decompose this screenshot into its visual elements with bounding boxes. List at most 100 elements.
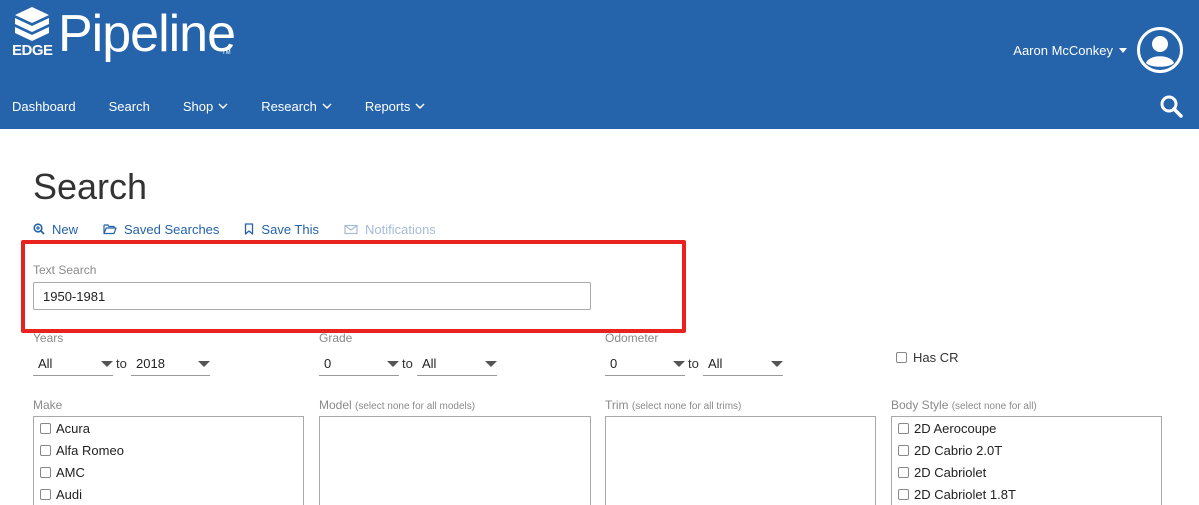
years-to-select[interactable]: 2018 (131, 352, 210, 376)
user-name: Aaron McConkey (1013, 42, 1113, 58)
nav-label: Research (261, 98, 317, 114)
nav-dashboard[interactable]: Dashboard (12, 99, 76, 114)
grade-from-value: 0 (324, 356, 332, 371)
model-listbox[interactable] (319, 416, 591, 505)
user-menu[interactable]: Aaron McConkey (1013, 27, 1183, 73)
grade-to-word: to (402, 356, 413, 371)
grade-label: Grade (319, 331, 353, 345)
caret-down-icon (101, 361, 113, 367)
notifications-label: Notifications (365, 221, 436, 237)
new-search-link[interactable]: New (33, 222, 78, 237)
years-to-word: to (116, 356, 127, 371)
trim-listbox[interactable] (605, 416, 876, 505)
odometer-from-value: 0 (610, 356, 618, 371)
list-item[interactable]: 2D Cabriolet (892, 461, 1161, 483)
caret-down-icon (198, 361, 210, 367)
list-item[interactable]: Alfa Romeo (34, 439, 303, 461)
logo-edge-text: EDGE (12, 42, 53, 59)
zoom-plus-icon (33, 223, 45, 235)
checkbox[interactable] (40, 444, 51, 456)
odometer-label: Odometer (605, 331, 659, 345)
nav-label: Dashboard (12, 98, 76, 114)
saved-searches-link[interactable]: Saved Searches (103, 222, 219, 237)
chevron-down-icon (322, 103, 332, 110)
caret-down-icon (771, 361, 783, 367)
body-style-hint: (select none for all) (951, 401, 1037, 412)
nav-search[interactable]: Search (109, 99, 150, 114)
make-label-text: Make (33, 398, 63, 412)
checkbox[interactable] (898, 422, 909, 434)
model-label: Model (select none for all models) (319, 398, 475, 412)
body-style-listbox[interactable]: 2D Aerocoupe 2D Cabrio 2.0T 2D Cabriolet… (891, 416, 1162, 505)
list-item-label: Audi (56, 486, 83, 502)
list-item[interactable]: 2D Aerocoupe (892, 417, 1161, 439)
logo-pipeline-text: Pipeline (58, 5, 236, 63)
edge-pipeline-logo[interactable]: EDGE Pipeline TM (12, 5, 236, 70)
years-from-select[interactable]: All (33, 352, 113, 376)
odometer-to-select[interactable]: All (703, 352, 783, 376)
caret-down-icon (485, 361, 497, 367)
has-cr-checkbox[interactable]: Has CR (896, 350, 959, 365)
make-label: Make (33, 398, 62, 412)
top-header: EDGE Pipeline TM Aaron McConkey Dashboar… (0, 0, 1199, 129)
make-listbox[interactable]: Acura Alfa Romeo AMC Audi (33, 416, 304, 505)
checkbox[interactable] (898, 444, 909, 456)
odometer-to-word: to (688, 356, 699, 371)
model-hint: (select none for all models) (355, 401, 476, 412)
user-avatar-icon[interactable] (1137, 27, 1183, 73)
search-actions: New Saved Searches Save This Notificatio… (33, 221, 461, 237)
years-from-value: All (38, 356, 53, 371)
logo-trademark: TM (222, 50, 231, 56)
list-item[interactable]: 2D Cabrio 2.0T (892, 439, 1161, 461)
saved-searches-label: Saved Searches (124, 221, 220, 237)
save-this-label: Save This (261, 221, 319, 237)
list-item[interactable]: Audi (34, 483, 303, 505)
list-item-label: Acura (56, 420, 90, 436)
page-title: Search (33, 166, 148, 207)
list-item[interactable]: 2D Cabriolet 1.8T (892, 483, 1161, 505)
envelope-icon (344, 224, 358, 234)
list-item-label: 2D Cabriolet 1.8T (914, 486, 1016, 502)
search-icon[interactable] (1159, 94, 1183, 118)
checkbox[interactable] (40, 422, 51, 434)
grade-to-value: All (422, 356, 437, 371)
grade-to-select[interactable]: All (417, 352, 497, 376)
folder-open-icon (103, 224, 117, 235)
trim-label: Trim (select none for all trims) (605, 398, 741, 412)
checkbox[interactable] (898, 488, 909, 500)
odometer-from-select[interactable]: 0 (605, 352, 685, 376)
checkbox[interactable] (40, 488, 51, 500)
nav-shop[interactable]: Shop (183, 99, 228, 114)
list-item-label: 2D Aerocoupe (914, 420, 997, 436)
list-item-label: Alfa Romeo (56, 442, 124, 458)
checkbox[interactable] (40, 466, 51, 478)
checkbox[interactable] (896, 352, 907, 363)
trim-label-text: Trim (605, 398, 629, 412)
nav-research[interactable]: Research (261, 99, 332, 114)
text-search-input[interactable] (33, 282, 591, 310)
checkbox[interactable] (898, 466, 909, 478)
years-label: Years (33, 331, 64, 345)
nav-label: Search (108, 98, 150, 114)
body-style-label-text: Body Style (891, 398, 949, 412)
trim-hint: (select none for all trims) (631, 401, 742, 412)
nav-label: Shop (182, 98, 214, 114)
list-item-label: AMC (56, 464, 85, 480)
model-label-text: Model (319, 398, 352, 412)
text-search-label: Text Search (33, 263, 97, 277)
list-item[interactable]: Acura (34, 417, 303, 439)
list-item[interactable]: AMC (34, 461, 303, 483)
has-cr-label: Has CR (913, 350, 959, 365)
nav-reports[interactable]: Reports (365, 99, 426, 114)
years-to-value: 2018 (136, 356, 165, 371)
grade-from-select[interactable]: 0 (319, 352, 399, 376)
notifications-link[interactable]: Notifications (344, 222, 436, 237)
save-this-link[interactable]: Save This (244, 222, 319, 237)
list-item-label: 2D Cabrio 2.0T (914, 442, 1003, 458)
main-nav: Dashboard Search Shop Research Reports (12, 97, 458, 115)
chevron-down-icon (415, 103, 425, 110)
caret-down-icon (387, 361, 399, 367)
bookmark-icon (245, 223, 254, 235)
odometer-to-value: All (708, 356, 723, 371)
list-item-label: 2D Cabriolet (914, 464, 987, 480)
